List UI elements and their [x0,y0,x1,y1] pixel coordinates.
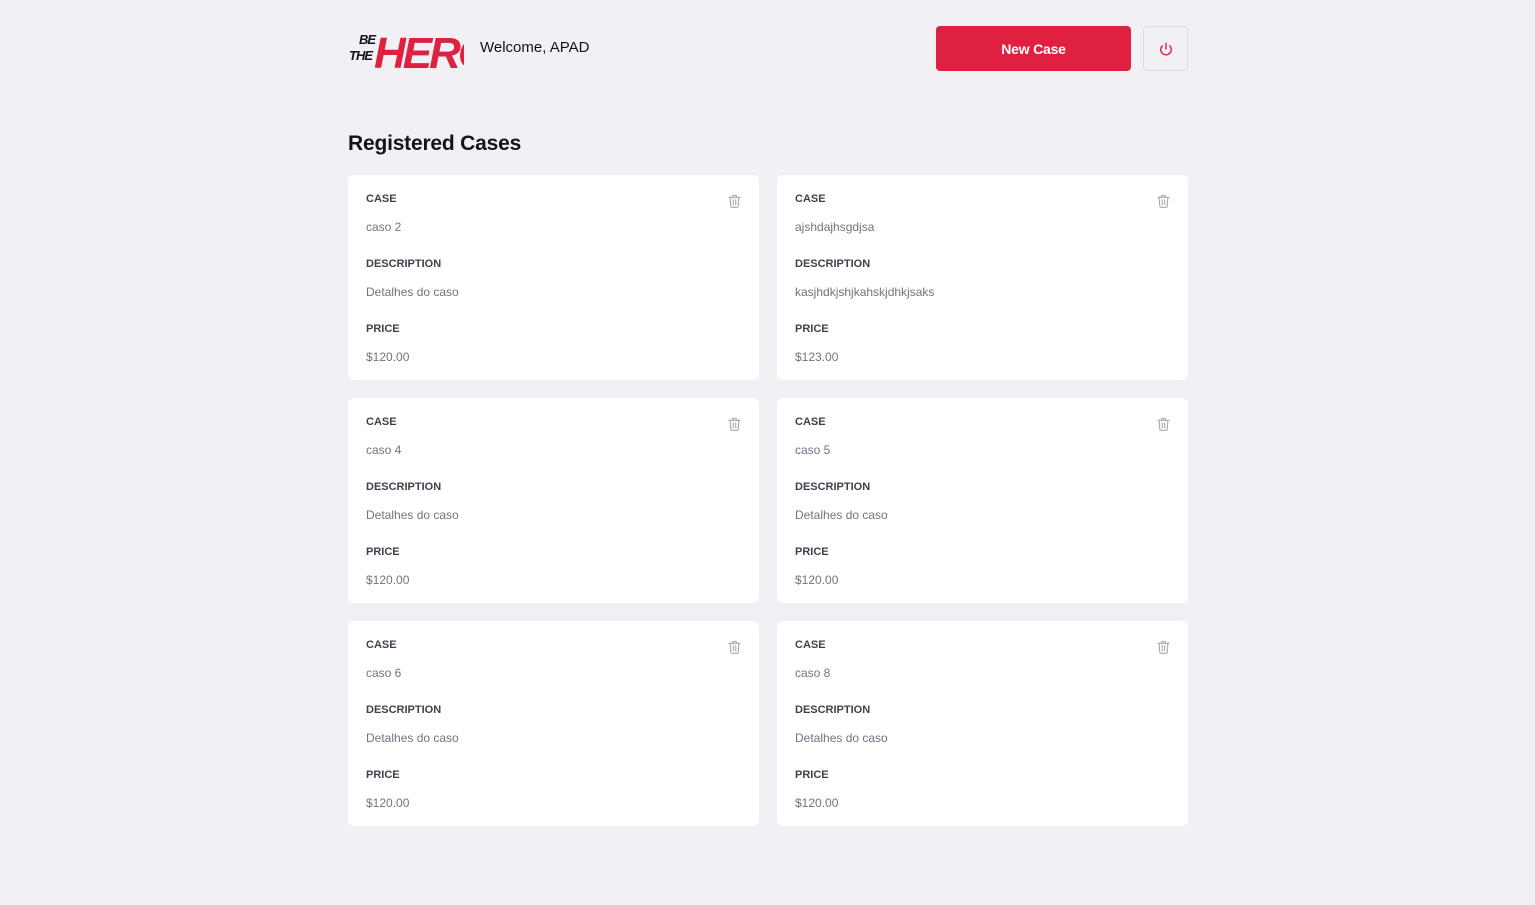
trash-icon [1156,417,1170,431]
case-description: Detalhes do caso [795,508,888,522]
price-label: PRICE [366,546,400,558]
case-field: CASE caso 6 [366,639,741,680]
case-card: CASE caso 6 DESCRIPTION Detalhes do caso… [348,621,759,826]
case-description: kasjhdkjshjkahskjdhkjsaks [795,285,935,299]
case-list: CASE caso 2 DESCRIPTION Detalhes do caso… [348,175,1188,826]
case-field: CASE caso 5 [795,416,1170,457]
case-title: caso 6 [366,666,402,680]
case-title: caso 8 [795,666,831,680]
price-label: PRICE [795,769,829,781]
case-card: CASE caso 4 DESCRIPTION Detalhes do caso… [348,398,759,603]
trash-icon [727,194,741,208]
new-case-button[interactable]: New Case [936,26,1131,71]
case-price: $123.00 [795,350,839,364]
case-card: CASE caso 8 DESCRIPTION Detalhes do caso… [777,621,1188,826]
description-label: DESCRIPTION [366,704,442,716]
power-icon [1159,41,1172,55]
delete-case-button[interactable] [725,192,743,210]
price-field: PRICE $120.00 [366,546,741,587]
description-field: DESCRIPTION Detalhes do caso [366,258,741,299]
case-field: CASE ajshdajhsgdjsa [795,193,1170,234]
case-price: $120.00 [795,573,839,587]
case-price: $120.00 [795,796,839,810]
delete-case-button[interactable] [1154,192,1172,210]
case-price: $120.00 [366,350,410,364]
description-field: DESCRIPTION kasjhdkjshjkahskjdhkjsaks [795,258,1170,299]
case-field: CASE caso 4 [366,416,741,457]
case-label: CASE [795,193,826,205]
svg-text:THE: THE [349,48,373,63]
delete-case-button[interactable] [725,638,743,656]
case-description: Detalhes do caso [366,508,459,522]
case-field: CASE caso 2 [366,193,741,234]
case-description: Detalhes do caso [795,731,888,745]
case-title: caso 4 [366,443,402,457]
delete-case-button[interactable] [1154,415,1172,433]
price-field: PRICE $123.00 [795,323,1170,364]
description-label: DESCRIPTION [795,704,871,716]
case-price: $120.00 [366,573,410,587]
trash-icon [1156,194,1170,208]
price-field: PRICE $120.00 [366,323,741,364]
trash-icon [727,417,741,431]
case-description: Detalhes do caso [366,731,459,745]
case-description: Detalhes do caso [366,285,459,299]
description-label: DESCRIPTION [795,481,871,493]
welcome-text: Welcome, APAD [480,39,590,56]
price-field: PRICE $120.00 [795,769,1170,810]
trash-icon [727,640,741,654]
case-label: CASE [366,416,397,428]
description-label: DESCRIPTION [366,481,442,493]
description-field: DESCRIPTION Detalhes do caso [795,481,1170,522]
profile-page: BE THE HERO Welcome, APAD New Case Regis… [348,0,1188,826]
case-field: CASE caso 8 [795,639,1170,680]
logout-button[interactable] [1143,26,1188,71]
be-the-hero-logo: BE THE HERO [349,29,464,73]
case-label: CASE [366,193,397,205]
trash-icon [1156,640,1170,654]
description-field: DESCRIPTION Detalhes do caso [795,704,1170,745]
description-field: DESCRIPTION Detalhes do caso [366,481,741,522]
case-label: CASE [795,416,826,428]
page-title: Registered Cases [348,132,522,155]
case-title: ajshdajhsgdjsa [795,220,875,234]
delete-case-button[interactable] [725,415,743,433]
new-case-label: New Case [1001,40,1066,57]
delete-case-button[interactable] [1154,638,1172,656]
case-price: $120.00 [366,796,410,810]
case-title: caso 2 [366,220,402,234]
description-label: DESCRIPTION [795,258,871,270]
svg-text:HERO: HERO [374,29,464,73]
price-label: PRICE [795,546,829,558]
description-label: DESCRIPTION [366,258,442,270]
description-field: DESCRIPTION Detalhes do caso [366,704,741,745]
header: BE THE HERO Welcome, APAD New Case [348,0,1188,96]
case-label: CASE [366,639,397,651]
case-card: CASE caso 5 DESCRIPTION Detalhes do caso… [777,398,1188,603]
price-label: PRICE [366,769,400,781]
price-label: PRICE [366,323,400,335]
case-card: CASE caso 2 DESCRIPTION Detalhes do caso… [348,175,759,380]
price-label: PRICE [795,323,829,335]
price-field: PRICE $120.00 [795,546,1170,587]
price-field: PRICE $120.00 [366,769,741,810]
case-card: CASE ajshdajhsgdjsa DESCRIPTION kasjhdkj… [777,175,1188,380]
case-title: caso 5 [795,443,831,457]
case-label: CASE [795,639,826,651]
